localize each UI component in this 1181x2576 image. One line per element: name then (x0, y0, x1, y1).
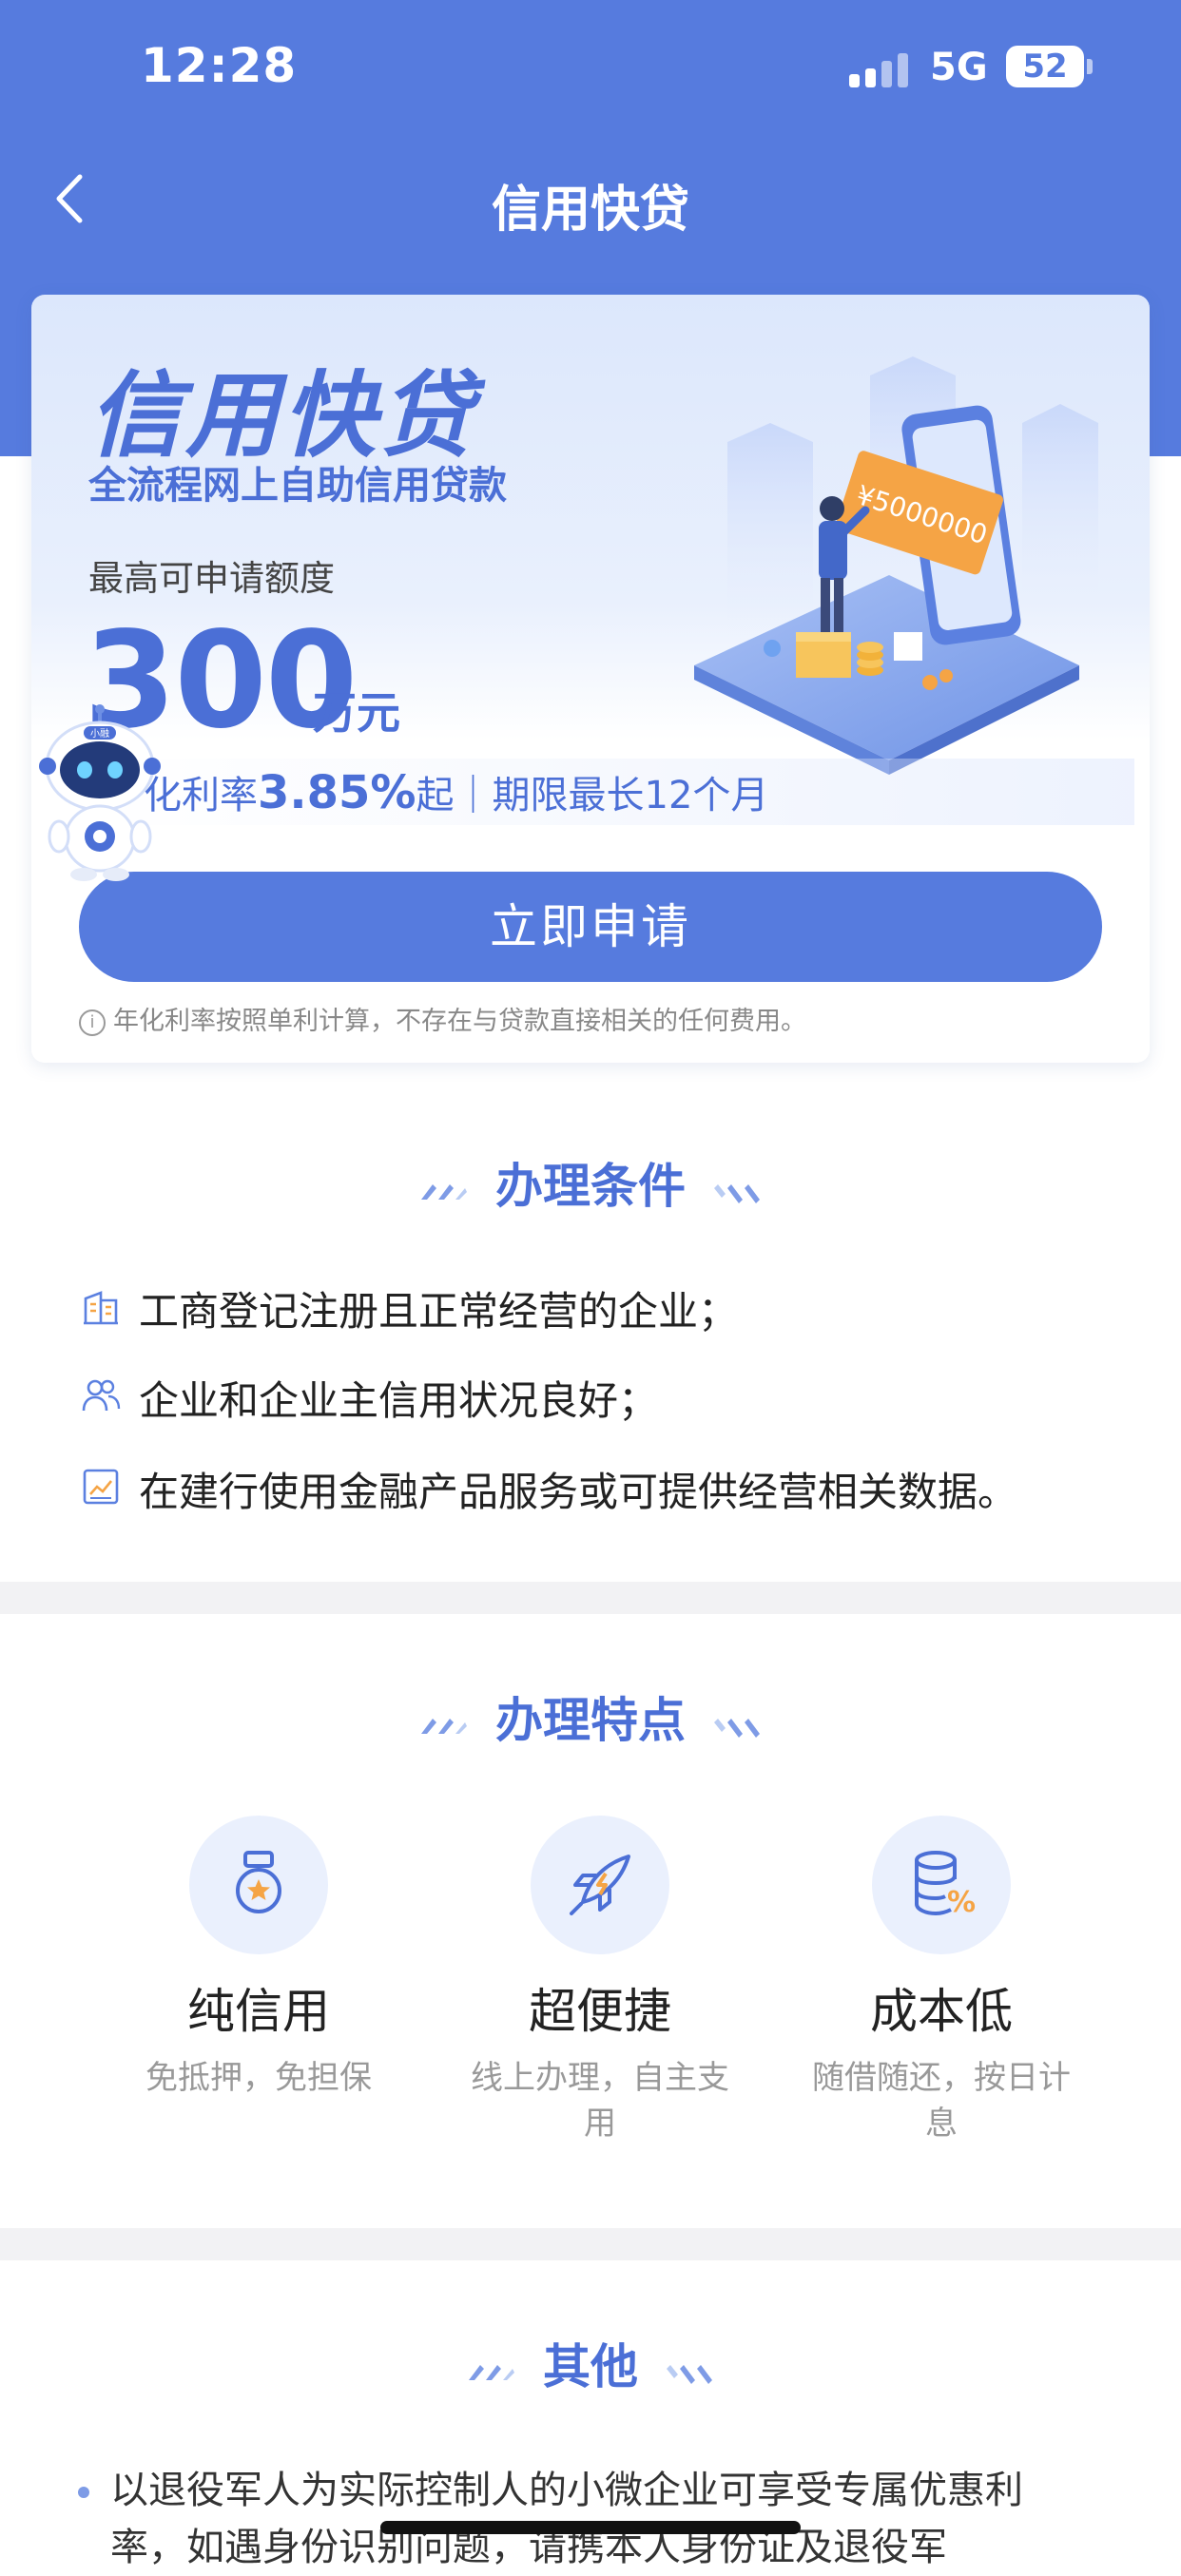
title-decoration-left-icon (469, 2364, 514, 2380)
features-section-title: 办理特点 (0, 1682, 1181, 1751)
condition-item-2: 企业和企业主信用状况良好； (139, 1377, 659, 1424)
feature-icon-circle: % (872, 1816, 1011, 1954)
rocket-icon (570, 1855, 630, 1915)
feature-convenient: 超便捷 线上办理，自主支用 (429, 1816, 771, 2146)
signal-icon (849, 49, 910, 87)
condition-item-1: 工商登记注册且正常经营的企业； (139, 1288, 739, 1335)
feature-desc: 线上办理，自主支用 (471, 2059, 729, 2143)
feature-title: 超便捷 (529, 1984, 671, 2039)
nav-bar: 信用快贷 (0, 143, 1181, 257)
network-type: 5G (930, 46, 988, 89)
title-decoration-right-icon (714, 1183, 760, 1203)
title-decoration-right-icon (714, 1718, 760, 1738)
battery-level: 52 (1022, 48, 1068, 86)
apply-now-button[interactable]: 立即申请 (79, 872, 1102, 982)
feature-icon-circle (189, 1816, 328, 1954)
rate-suffix: 起｜期限最长12个月 (416, 774, 769, 817)
rate-info: 化利率3.85%起｜期限最长12个月 (144, 764, 768, 819)
other-title: 其他 (543, 2339, 638, 2394)
info-icon: i (79, 1009, 106, 1036)
title-decoration-left-icon (421, 1718, 467, 1734)
feature-low-cost: % 成本低 随借随还，按日计息 (770, 1816, 1113, 2146)
other-item-text: 以退役军人为实际控制人的小微企业可享受专属优惠利率，如遇身份识别问题，请携本人身… (110, 2469, 1023, 2569)
title-decoration-right-icon (667, 2364, 712, 2384)
disclaimer-text: 年化利率按照单利计算，不存在与贷款直接相关的任何费用。 (113, 1007, 806, 1036)
status-time: 12:28 (141, 38, 298, 93)
disclaimer: i 年化利率按照单利计算，不存在与贷款直接相关的任何费用。 (79, 1000, 806, 1037)
title-decoration-left-icon (421, 1183, 467, 1200)
battery-tip (1087, 59, 1093, 74)
limit-unit: 万元 (313, 687, 400, 739)
robot-assistant-icon[interactable]: 小融 (38, 703, 162, 884)
data-chart-icon (83, 1469, 119, 1505)
home-indicator[interactable] (380, 2521, 801, 2534)
section-divider (0, 2228, 1181, 2260)
robot-badge: 小融 (90, 728, 109, 740)
conditions-title: 办理条件 (495, 1159, 686, 1214)
feature-icon-circle (531, 1816, 669, 1954)
feature-title: 成本低 (870, 1984, 1013, 2039)
loan-illustration: ¥5000000 (694, 356, 1098, 775)
coins-percent-icon: % (915, 1851, 976, 1919)
building-icon (84, 1291, 118, 1325)
rate-value: 3.85% (258, 766, 416, 819)
battery-icon: 52 (1006, 46, 1084, 87)
users-icon (82, 1379, 121, 1412)
feature-title: 纯信用 (187, 1984, 330, 2039)
conditions-section-title: 办理条件 (0, 1148, 1181, 1217)
limit-label: 最高可申请额度 (88, 558, 335, 599)
product-card: 信用快贷 全流程网上自助信用贷款 最高可申请额度 300 万元 ¥5000000 (31, 295, 1150, 1063)
condition-item-3: 在建行使用金融产品服务或可提供经营相关数据。 (139, 1469, 1018, 1515)
feature-pure-credit: 纯信用 免抵押，免担保 (87, 1816, 430, 2101)
svg-text:%: % (947, 1886, 976, 1919)
features-title: 办理特点 (495, 1693, 686, 1748)
feature-desc: 随借随还，按日计息 (812, 2059, 1071, 2143)
bullet-dot (78, 2487, 89, 2498)
page-title: 信用快贷 (491, 182, 689, 239)
other-list-item: 以退役军人为实际控制人的小微企业可享受专属优惠利率，如遇身份识别问题，请携本人身… (78, 2462, 1088, 2576)
other-section-title: 其他 (0, 2329, 1181, 2397)
medal-icon (236, 1851, 281, 1913)
section-divider (0, 1582, 1181, 1614)
product-subtitle: 全流程网上自助信用贷款 (88, 464, 507, 508)
feature-desc: 免抵押，免担保 (145, 2059, 372, 2097)
status-bar: 12:28 5G 52 (0, 0, 1181, 143)
